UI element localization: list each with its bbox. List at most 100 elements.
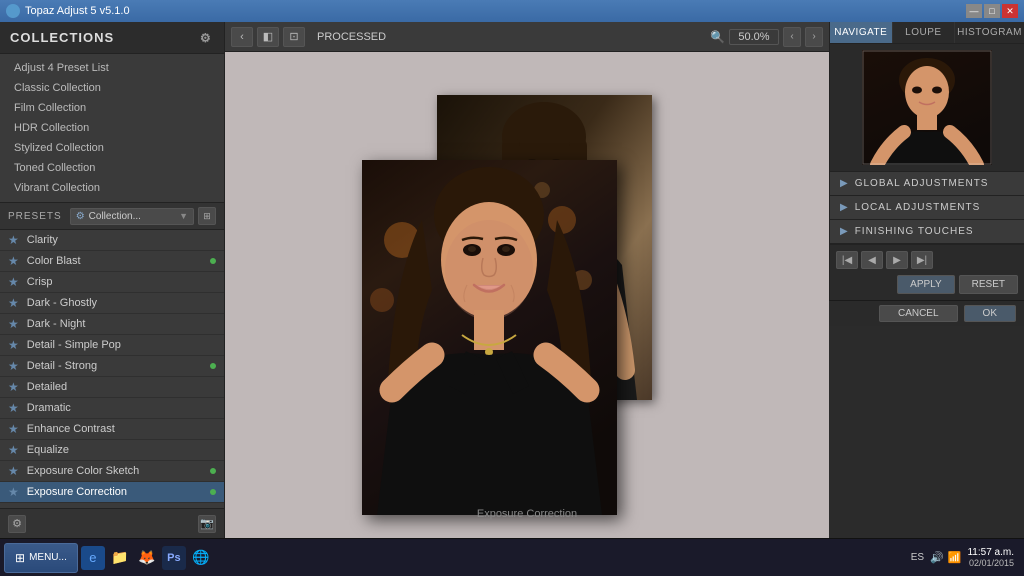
prev-nav-button[interactable]: ◀: [861, 251, 883, 269]
local-adjustments-section: ▶ LOCAL ADJUSTMENTS: [830, 196, 1024, 220]
cancel-button[interactable]: CANCEL: [879, 305, 958, 322]
expand-icon: ▶: [840, 202, 849, 213]
star-icon: ★: [8, 233, 19, 247]
minimize-button[interactable]: —: [966, 4, 982, 18]
apply-reset-buttons: APPLY RESET: [836, 275, 1018, 294]
zoom-in-button[interactable]: ›: [805, 27, 823, 47]
zoom-out-button[interactable]: ‹: [783, 27, 801, 47]
taskbar-icon-earth[interactable]: 🌐: [189, 546, 213, 570]
settings-button[interactable]: ⚙: [8, 515, 26, 533]
folder-icon: 📁: [111, 549, 128, 566]
star-icon: ★: [8, 443, 19, 457]
last-button[interactable]: ▶|: [911, 251, 933, 269]
presets-label: PRESETS: [8, 211, 62, 222]
tab-histogram[interactable]: HISTOGRAM: [955, 22, 1024, 43]
preset-item-crisp[interactable]: ★ Crisp: [0, 272, 224, 293]
titlebar-controls: — □ ✕: [966, 4, 1018, 18]
preset-item-color-blast[interactable]: ★ Color Blast: [0, 251, 224, 272]
star-icon: ★: [8, 422, 19, 436]
zoom-input[interactable]: [729, 29, 779, 45]
compare-icon: ◧: [263, 30, 273, 43]
finishing-touches-header[interactable]: ▶ FINISHING TOUCHES: [830, 220, 1024, 243]
taskbar-icon-ie[interactable]: e: [81, 546, 105, 570]
global-adjustments-section: ▶ GLOBAL ADJUSTMENTS: [830, 172, 1024, 196]
star-icon: ★: [8, 254, 19, 268]
preset-item-dark-night[interactable]: ★ Dark - Night: [0, 314, 224, 335]
preset-name: Color Blast: [27, 255, 210, 267]
view-tabs: NAVIGATE LOUPE HISTOGRAM: [830, 22, 1024, 44]
apply-button[interactable]: APPLY: [897, 275, 955, 294]
tray-network-icon[interactable]: 📶: [948, 551, 962, 564]
next-nav-button[interactable]: ▶: [886, 251, 908, 269]
preset-item-equalize[interactable]: ★ Equalize: [0, 440, 224, 461]
collection-item-2[interactable]: Film Collection: [0, 98, 224, 118]
tray-language: ES: [911, 552, 924, 563]
star-icon: ★: [8, 485, 19, 499]
collection-item-5[interactable]: Toned Collection: [0, 158, 224, 178]
preset-item-exposure-color-sketch[interactable]: ★ Exposure Color Sketch: [0, 461, 224, 482]
preset-name: Detail - Strong: [27, 360, 210, 372]
local-adjustments-header[interactable]: ▶ LOCAL ADJUSTMENTS: [830, 196, 1024, 219]
star-icon: ★: [8, 296, 19, 310]
left-bottom-bar: ⚙ 📷: [0, 508, 224, 538]
star-icon: ★: [8, 464, 19, 478]
tray-date: 02/01/2015: [967, 558, 1014, 568]
preset-name: Exposure Correction: [27, 486, 210, 498]
photo-front: [362, 160, 617, 515]
fit-icon: ⊡: [289, 30, 298, 43]
compare-button[interactable]: ◧: [257, 27, 279, 47]
first-button[interactable]: |◀: [836, 251, 858, 269]
preset-name: Equalize: [27, 444, 210, 456]
zoom-icon: 🔍: [710, 30, 725, 44]
processed-label: PROCESSED: [309, 31, 394, 43]
preset-item-exposure-correction[interactable]: ★ Exposure Correction: [0, 482, 224, 503]
collection-item-0[interactable]: Adjust 4 Preset List: [0, 58, 224, 78]
nav-arrows: |◀ ◀ ▶ ▶|: [836, 251, 1018, 269]
preset-item-clarity[interactable]: ★ Clarity: [0, 230, 224, 251]
tab-loupe[interactable]: LOUPE: [893, 22, 956, 43]
main-area: COLLECTIONS ⚙ Adjust 4 Preset List Class…: [0, 22, 1024, 576]
fit-button[interactable]: ⊡: [283, 27, 305, 47]
gear-icon[interactable]: ⚙: [200, 31, 214, 45]
preset-item-dramatic[interactable]: ★ Dramatic: [0, 398, 224, 419]
content-row: COLLECTIONS ⚙ Adjust 4 Preset List Class…: [0, 22, 1024, 538]
taskbar-icon-folder[interactable]: 📁: [108, 546, 132, 570]
collection-item-6[interactable]: Vibrant Collection: [0, 178, 224, 198]
collections-header: COLLECTIONS ⚙: [0, 22, 224, 54]
titlebar-title: Topaz Adjust 5 v5.1.0: [25, 5, 966, 17]
presets-dropdown[interactable]: ⚙ Collection... ▼: [70, 208, 194, 225]
preset-item-dark-ghostly[interactable]: ★ Dark - Ghostly: [0, 293, 224, 314]
preset-dot: [210, 489, 216, 495]
gear-icon: ⚙: [12, 517, 22, 530]
taskbar-icon-ps[interactable]: Ps: [162, 546, 186, 570]
preset-name: Enhance Contrast: [27, 423, 210, 435]
right-column: NAVIGATE LOUPE HISTOGRAM: [829, 22, 1024, 538]
close-button[interactable]: ✕: [1002, 4, 1018, 18]
collection-item-1[interactable]: Classic Collection: [0, 78, 224, 98]
preset-item-enhance-contrast[interactable]: ★ Enhance Contrast: [0, 419, 224, 440]
tray-volume-icon[interactable]: 🔊: [930, 551, 944, 564]
start-button[interactable]: ⊞ MENU...: [4, 543, 78, 573]
windows-logo-icon: ⊞: [15, 551, 25, 565]
tab-navigate[interactable]: NAVIGATE: [830, 22, 893, 43]
maximize-button[interactable]: □: [984, 4, 1000, 18]
adjustments-panel: ▶ GLOBAL ADJUSTMENTS ▶ LOCAL ADJUSTMENTS…: [830, 172, 1024, 244]
taskbar-icon-firefox[interactable]: 🦊: [135, 546, 159, 570]
collection-item-3[interactable]: HDR Collection: [0, 118, 224, 138]
left-arrow-icon: ‹: [240, 31, 244, 43]
preset-item-detail-strong[interactable]: ★ Detail - Strong: [0, 356, 224, 377]
preset-item-detail-simple[interactable]: ★ Detail - Simple Pop: [0, 335, 224, 356]
global-adjustments-header[interactable]: ▶ GLOBAL ADJUSTMENTS: [830, 172, 1024, 195]
ok-button[interactable]: OK: [964, 305, 1016, 322]
collection-item-4[interactable]: Stylized Collection: [0, 138, 224, 158]
reset-button[interactable]: RESET: [959, 275, 1018, 294]
grid-view-button[interactable]: ⊞: [198, 207, 216, 225]
thumbnail-area: [830, 44, 1024, 172]
preset-name: Clarity: [27, 234, 210, 246]
camera-button[interactable]: 📷: [198, 515, 216, 533]
photo-stack: [362, 85, 692, 505]
prev-button[interactable]: ‹: [231, 27, 253, 47]
preset-item-detailed[interactable]: ★ Detailed: [0, 377, 224, 398]
camera-icon: 📷: [200, 517, 214, 530]
star-icon: ★: [8, 338, 19, 352]
